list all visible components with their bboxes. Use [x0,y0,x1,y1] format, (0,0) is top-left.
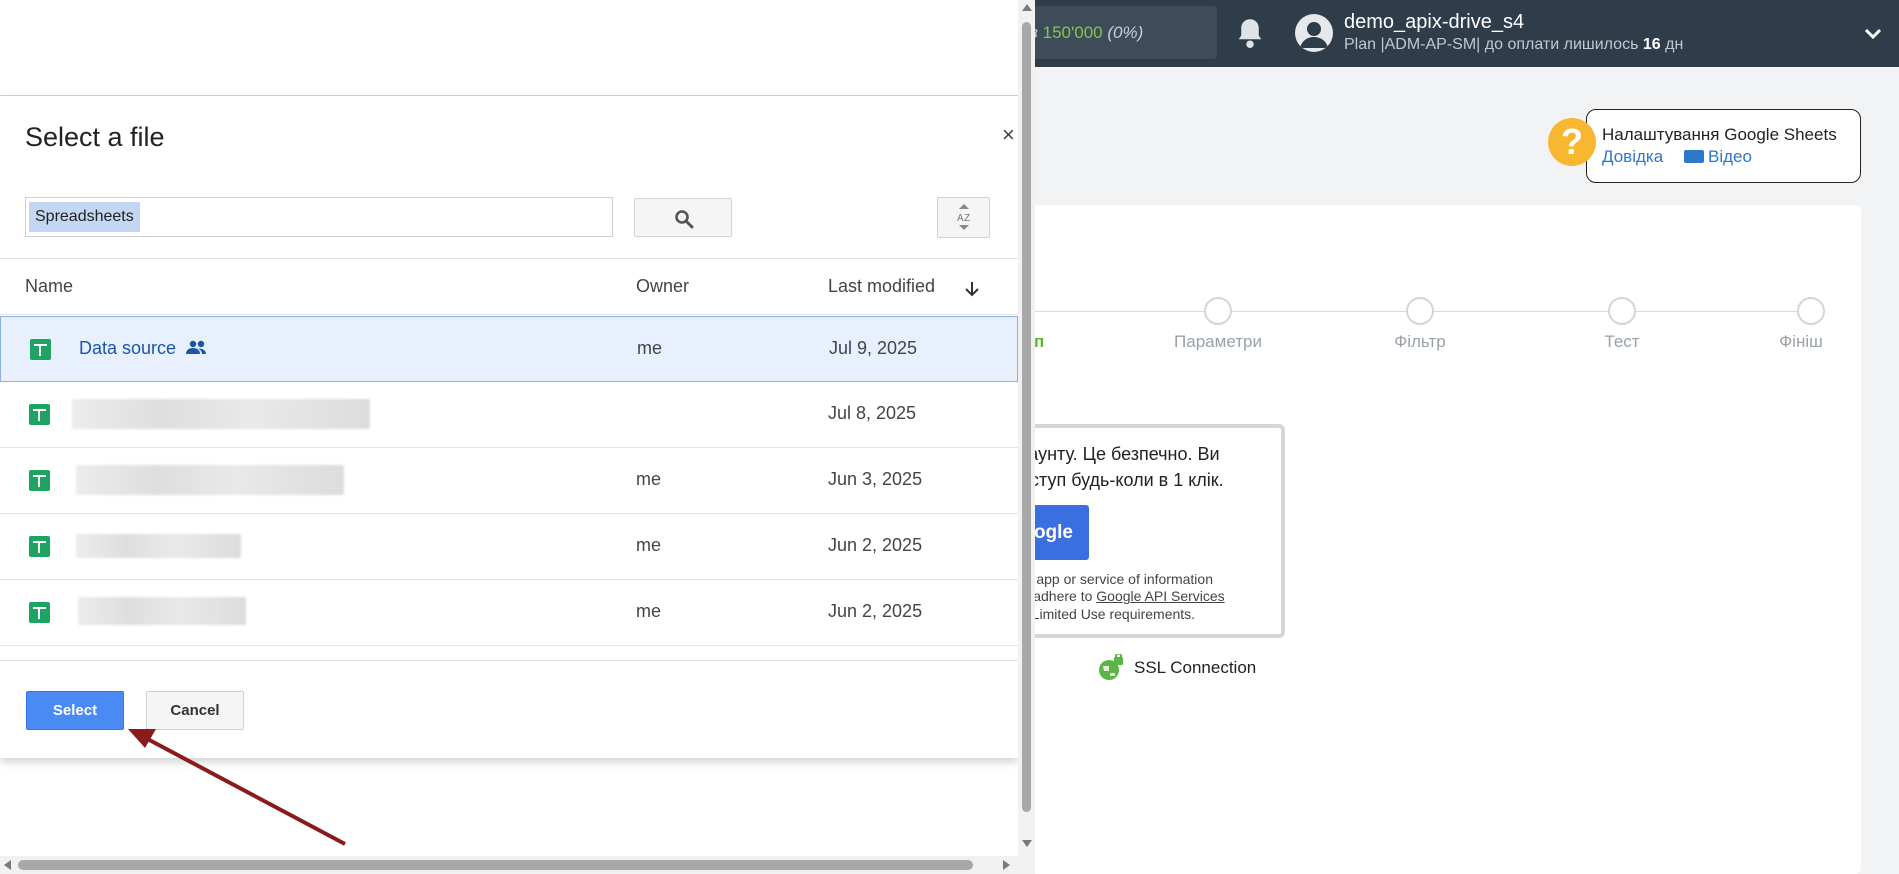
step-active-label: п [1034,332,1045,351]
picker-popup-window: Select a file × Spreadsheets A Z Name Ow… [0,0,1035,874]
divider [0,258,1018,259]
file-picker-dialog: Select a file × Spreadsheets A Z Name Ow… [0,96,1018,758]
vertical-scroll-thumb[interactable] [1022,22,1031,812]
file-row[interactable]: me Jun 3, 2025 [0,448,1018,514]
google-sheets-icon [29,536,50,557]
auth-disclaimer-line3: e Limited Use requirements. [1020,606,1196,622]
file-owner: me [636,469,662,489]
chevron-down-icon[interactable] [1862,22,1884,44]
step-dot-finish [1797,297,1825,325]
help-question-icon: ? [1548,118,1596,166]
blurred-file-name [72,399,370,429]
step-label-filter: Фільтр [1394,332,1446,351]
file-owner: me [637,338,663,358]
search-icon [675,210,694,229]
step-label-test: Тест [1604,332,1640,351]
balance-box[interactable]: з 150'000 (0%) [1010,6,1217,59]
close-icon[interactable]: × [1002,122,1015,148]
file-row-data-source[interactable]: Data source me Jul 9, 2025 [0,316,1018,382]
horizontal-scroll-thumb[interactable] [18,860,973,870]
help-title: Налаштування Google Sheets [1602,125,1837,144]
blurred-file-name [78,597,246,625]
auth-disclaimer-line2: ill adhere to Google API Services [1020,588,1225,604]
google-sheets-icon [29,602,50,623]
scroll-left-icon[interactable] [4,860,11,870]
google-sheets-icon [30,339,51,360]
file-row[interactable]: me Jun 2, 2025 [0,514,1018,580]
video-camera-icon [1684,150,1704,163]
svg-text:Z: Z [964,213,970,224]
picker-title: Select a file [25,122,165,152]
user-plan: Plan |ADM-AP-SM| до оплати лишилось 16 д… [1344,36,1683,54]
az-sort-button[interactable]: A Z [937,197,990,238]
help-doc-link[interactable]: Довідка [1602,147,1663,167]
help-video-link[interactable]: Відео [1684,147,1752,167]
google-sheets-icon [29,404,50,425]
step-dot-test [1608,297,1636,325]
google-api-services-link[interactable]: Google API Services [1096,588,1224,604]
user-icon [1300,22,1328,48]
blurred-file-name [76,534,241,558]
plan-days-suffix: дн [1660,36,1684,53]
blurred-file-name [76,465,344,495]
balance-percent: (0%) [1107,23,1144,42]
step-dot-filter [1406,297,1434,325]
help-card [1586,109,1861,183]
arrow-down-icon[interactable] [963,280,981,298]
select-button[interactable]: Select [26,691,124,730]
file-modified-date: Jul 8, 2025 [828,403,917,423]
plan-days: 16 [1642,36,1661,53]
search-token[interactable]: Spreadsheets [29,202,140,232]
auth-text-line2: оступ будь-коли в 1 клік. [1020,470,1224,490]
column-header-last-modified[interactable]: Last modified [828,276,935,297]
balance-amount: 150'000 [1042,23,1103,42]
file-row[interactable]: Jul 8, 2025 [0,382,1018,448]
bell-icon[interactable] [1235,16,1265,50]
scroll-down-icon[interactable] [1022,840,1032,847]
file-name: Data source [79,338,177,358]
divider [0,314,1018,315]
file-modified-date: Jul 9, 2025 [829,338,918,358]
az-sort-icon: A Z [957,204,970,230]
svg-text:A: A [957,213,964,224]
horizontal-scrollbar[interactable] [0,856,1018,874]
auth-text-line1: каунту. Це безпечно. Ви [1020,444,1220,464]
file-modified-date: Jun 2, 2025 [828,535,923,555]
file-modified-date: Jun 2, 2025 [828,601,923,621]
auth-disclaimer-line1: er app or service of information [1020,571,1213,587]
help-video-label: Відео [1708,147,1752,166]
plan-text: Plan |ADM-AP-SM| до оплати лишилось [1344,36,1643,53]
ssl-connection-label: SSL Connection [1134,658,1257,677]
file-owner: me [636,601,662,621]
popup-top-area [0,0,1018,96]
step-label-finish: Фініш [1779,332,1823,351]
google-sheets-icon [29,470,50,491]
user-name[interactable]: demo_apix-drive_s4 [1344,11,1524,34]
ssl-lock-icon [1099,654,1123,680]
file-modified-date: Jun 3, 2025 [828,469,923,489]
step-dot-parameters [1204,297,1232,325]
cancel-button[interactable]: Cancel [146,691,244,730]
column-header-name[interactable]: Name [25,276,73,297]
column-header-owner[interactable]: Owner [636,276,689,297]
search-button[interactable] [634,198,732,237]
step-label-parameters: Параметри [1174,332,1262,351]
file-owner: me [636,535,662,555]
avatar[interactable] [1295,14,1333,52]
scroll-up-icon[interactable] [1022,4,1032,11]
search-input[interactable]: Spreadsheets [25,197,613,237]
file-row[interactable]: me Jun 2, 2025 [0,580,1018,646]
vertical-scrollbar[interactable] [1018,0,1035,874]
divider [0,660,1018,661]
scroll-right-icon[interactable] [1003,860,1010,870]
shared-people-icon [186,340,206,354]
